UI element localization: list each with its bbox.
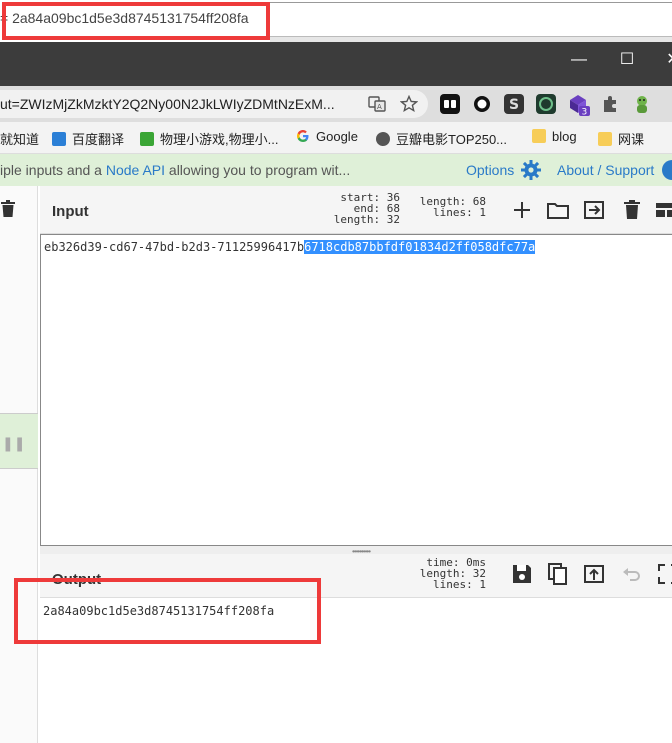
gear-icon[interactable]	[520, 159, 542, 181]
close-button[interactable]: ✕	[662, 50, 672, 70]
input-lines: 1	[479, 206, 486, 219]
maximize-button[interactable]: ☐	[616, 50, 638, 70]
replace-input-icon[interactable]	[582, 562, 606, 586]
maximize-output-icon[interactable]	[656, 562, 672, 586]
highlight-box-top	[2, 2, 270, 40]
banner-text: iple inputs and a	[0, 162, 106, 178]
globe-icon	[376, 132, 390, 146]
address-bar[interactable]: ut=ZWIzMjZkMzktY2Q2Ny00N2JkLWIyZDMtNzExM…	[0, 90, 428, 118]
bookmark-star-icon[interactable]	[399, 94, 419, 113]
bookmark-label: 就知道	[0, 132, 40, 147]
recipe-operation-item[interactable]: ❚❚	[0, 413, 38, 469]
node-api-link[interactable]: Node API	[106, 162, 165, 178]
extension-icon-cube[interactable]: 3	[568, 94, 590, 118]
input-text-selected: 6718cdb87bbfdf01834d2ff058dfc77a	[304, 240, 536, 254]
highlight-box-output	[14, 578, 321, 644]
output-lines: 1	[479, 578, 486, 591]
url-text[interactable]: ut=ZWIzMjZkMzktY2Q2Ny00N2JkLWIyZDMtNzExM…	[0, 96, 360, 112]
input-stats: length: 68 lines: 1	[414, 196, 486, 218]
input-text-plain: eb326d39-cd67-47bd-b2d3-71125996417b	[44, 240, 305, 254]
svg-text:S: S	[509, 97, 519, 113]
undo-icon[interactable]	[620, 562, 644, 586]
window-edge-line	[270, 2, 672, 3]
clear-recipe-trash-icon[interactable]	[0, 200, 18, 218]
extension-icon-circle[interactable]	[472, 94, 492, 114]
extension-badge: 3	[582, 108, 588, 117]
bookmark-item[interactable]: 豆瓣电影TOP250...	[376, 129, 507, 148]
bookmark-folder-blog[interactable]: blog	[532, 129, 577, 144]
layout-grid-icon[interactable]	[654, 198, 672, 222]
output-stats: time: 0ms length: 32 lines: 1	[402, 557, 486, 590]
profile-avatar-icon[interactable]	[632, 94, 652, 114]
open-folder-button[interactable]	[546, 198, 570, 222]
bookmark-item[interactable]: Google	[296, 129, 358, 144]
bookmark-item[interactable]: 物理小游戏,物理小...	[140, 129, 278, 148]
grid-icon	[140, 132, 154, 146]
pane-resize-handle[interactable]: ••••••••••	[40, 546, 672, 556]
recipe-panel: ❚❚	[0, 186, 38, 743]
add-input-tab-button[interactable]	[510, 198, 534, 222]
bookmark-folder-courses[interactable]: 网课	[598, 129, 644, 148]
clear-input-trash-icon[interactable]	[620, 198, 644, 222]
bookmarks-bar: 就知道 百度翻译 物理小游戏,物理小... Google 豆瓣电影TOP250.…	[0, 122, 672, 154]
browser-title-bar: — ☐ ✕	[0, 42, 672, 86]
bookmark-label: blog	[552, 129, 577, 144]
translate-icon	[52, 132, 66, 146]
selection-stats: start: 36 end: 68 length: 32	[332, 192, 400, 225]
banner-message: iple inputs and a Node API allowing you …	[0, 162, 350, 178]
extension-icon-s[interactable]: S	[504, 94, 524, 114]
selection-length: 32	[386, 213, 400, 226]
input-header: Input start: 36 end: 68 length: 32 lengt…	[40, 186, 672, 234]
input-textarea[interactable]: eb326d39-cd67-47bd-b2d3-71125996417b6718…	[40, 234, 672, 546]
bookmark-label: 网课	[618, 132, 645, 147]
bookmark-label: 豆瓣电影TOP250...	[396, 132, 508, 147]
options-link[interactable]: Options	[466, 162, 514, 178]
bookmark-label: Google	[316, 129, 358, 144]
bookmark-item[interactable]: 百度翻译	[52, 129, 124, 148]
puzzle-extensions-icon[interactable]	[600, 94, 620, 114]
save-output-icon[interactable]	[510, 562, 534, 586]
translate-page-icon[interactable]: A	[368, 95, 386, 113]
input-title: Input	[52, 203, 89, 220]
stat-label: lines:	[433, 206, 473, 219]
extension-icon-1[interactable]	[440, 94, 460, 114]
copy-output-icon[interactable]	[546, 562, 570, 586]
bookmark-label: 物理小游戏,物理小...	[160, 132, 279, 147]
folder-icon	[598, 132, 612, 146]
bookmark-label: 百度翻译	[72, 132, 125, 147]
about-support-link[interactable]: About / Support	[557, 162, 654, 178]
browser-toolbar: ut=ZWIzMjZkMzktY2Q2Ny00N2JkLWIyZDMtNzExM…	[0, 86, 672, 122]
svg-text:A: A	[377, 103, 382, 111]
banner-text: allowing you to program wit...	[165, 162, 351, 178]
stat-label: lines:	[433, 578, 473, 591]
extension-icon-terminal[interactable]	[536, 94, 556, 114]
bookmark-item[interactable]: 就知道	[0, 129, 39, 148]
input-text[interactable]: eb326d39-cd67-47bd-b2d3-71125996417b6718…	[44, 240, 536, 254]
load-file-button[interactable]	[582, 198, 606, 222]
stat-label: length:	[333, 213, 381, 226]
google-icon	[296, 129, 310, 143]
help-icon[interactable]	[662, 160, 672, 180]
folder-icon	[532, 129, 546, 143]
notice-banner: iple inputs and a Node API allowing you …	[0, 154, 672, 186]
pause-icon[interactable]: ❚❚	[2, 435, 25, 452]
minimize-button[interactable]: —	[568, 50, 590, 70]
